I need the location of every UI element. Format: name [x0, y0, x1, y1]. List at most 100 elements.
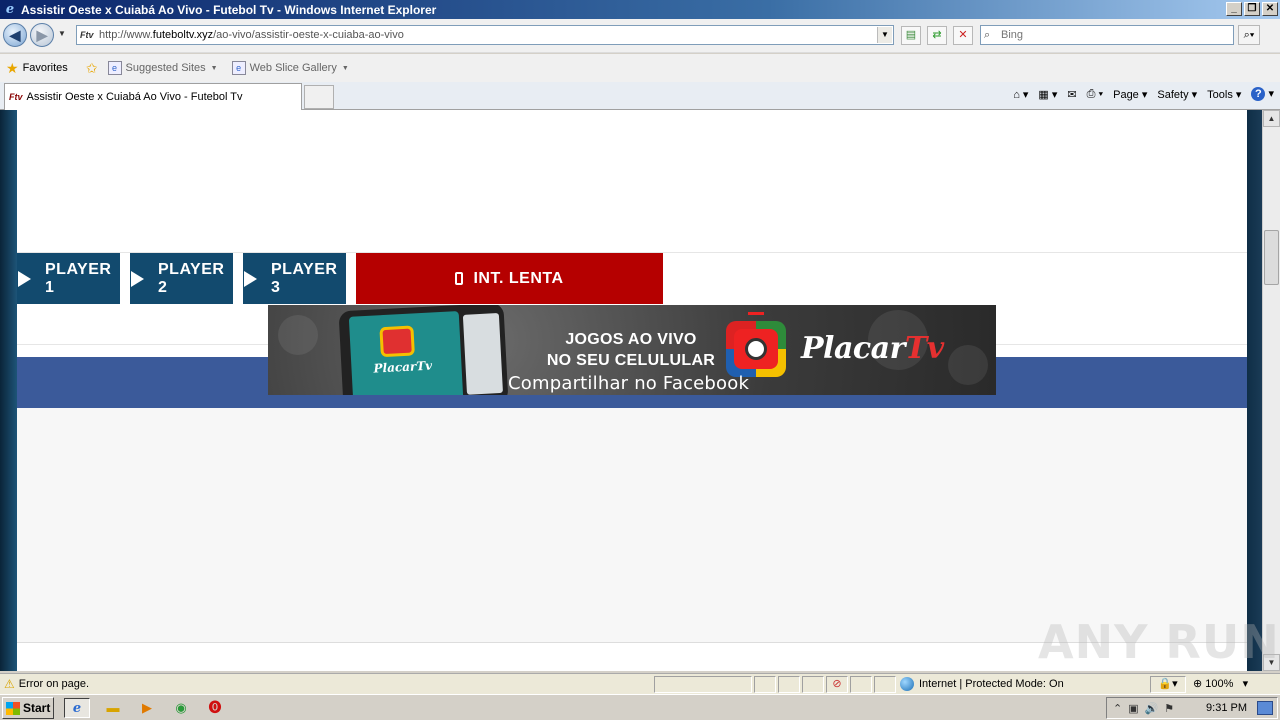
page-background-right — [1247, 110, 1262, 671]
int-lenta-label: INT. LENTA — [473, 269, 564, 287]
media-player-taskbar-icon[interactable]: ▶ — [134, 698, 160, 718]
taskbar: Start e ▬ ▶ ◉ ⓿ ⌃▣🔊⚑ 9:31 PM — [0, 694, 1280, 720]
brand-main: Placar — [801, 331, 905, 366]
scroll-thumb[interactable] — [1264, 230, 1279, 285]
close-window-button[interactable]: ✕ — [1262, 2, 1278, 16]
play-icon — [18, 270, 31, 287]
forward-button[interactable]: ▶ — [30, 23, 54, 47]
warning-icon[interactable]: ⚠ — [4, 677, 15, 691]
window-title-bar: e Assistir Oeste x Cuiabá Ao Vivo - Fute… — [0, 0, 1280, 19]
tab-active[interactable]: Ftv Assistir Oeste x Cuiabá Ao Vivo - Fu… — [4, 83, 302, 110]
tab-bar: Ftv Assistir Oeste x Cuiabá Ao Vivo - Fu… — [0, 82, 1280, 110]
tray-icons[interactable]: ⌃▣🔊⚑ — [1113, 702, 1180, 715]
opera-taskbar-icon[interactable]: ⓿ — [202, 698, 228, 718]
show-desktop-icon[interactable] — [1257, 701, 1273, 715]
ie-page-icon: e — [231, 61, 246, 75]
minimize-button[interactable]: _ — [1226, 2, 1242, 16]
banner-headline: JOGOS AO VIVO NO SEU CELULULAR — [521, 329, 741, 371]
favorites-button[interactable]: ★ Favorites — [6, 60, 68, 77]
rss-feed-icon[interactable]: ▦ ▾ — [1038, 88, 1057, 101]
safety-menu[interactable]: Safety ▾ — [1157, 88, 1197, 101]
mobile-phone-icon — [455, 272, 464, 285]
page-background-left — [0, 110, 17, 671]
placartv-tv-logo-icon — [726, 312, 786, 377]
brand-tv: Tv — [904, 331, 944, 366]
suggested-sites-link[interactable]: e Suggested Sites ▼ — [107, 61, 218, 75]
page-menu[interactable]: Page ▾ — [1113, 88, 1147, 101]
print-icon[interactable]: ⎙ ▾ — [1087, 88, 1103, 101]
chevron-down-icon: ▼ — [210, 64, 218, 72]
play-icon — [244, 270, 257, 287]
player-1-label: PLAYER 1 — [45, 260, 112, 296]
status-message[interactable]: Error on page. — [19, 678, 89, 690]
clock[interactable]: 9:31 PM — [1206, 702, 1247, 714]
read-mail-icon[interactable]: ✉ — [1067, 88, 1076, 101]
internet-explorer-taskbar-icon[interactable]: e — [64, 698, 90, 718]
ie-page-icon: e — [107, 61, 122, 75]
site-favicon-icon: Ftv — [80, 30, 94, 40]
start-button[interactable]: Start — [2, 697, 54, 719]
player-1-button[interactable]: PLAYER 1 — [17, 253, 120, 304]
progress-segment — [654, 676, 752, 693]
web-slice-gallery-link[interactable]: e Web Slice Gallery ▼ — [231, 61, 349, 75]
tv-antenna-icon — [748, 312, 764, 322]
folder-taskbar-icon[interactable]: ▬ — [100, 698, 126, 718]
soccer-ball-icon — [745, 338, 767, 360]
favorites-label: Favorites — [22, 62, 68, 74]
new-tab-button[interactable] — [304, 85, 334, 109]
status-bar: ⚠ Error on page. ⊘ Internet | Protected … — [0, 673, 1280, 694]
url-text[interactable]: http://www.futeboltv.xyz/ao-vivo/assisti… — [95, 29, 404, 41]
player-3-button[interactable]: PLAYER 3 — [243, 253, 346, 304]
tools-menu[interactable]: Tools ▾ — [1207, 88, 1241, 101]
protected-mode-icon[interactable]: 🔒▾ — [1150, 676, 1186, 693]
stop-icon[interactable]: ✕ — [953, 26, 973, 45]
phone-side-panel — [462, 312, 503, 395]
search-box[interactable]: ⌕ — [980, 25, 1234, 45]
video-content-area — [17, 408, 1247, 643]
window-title: Assistir Oeste x Cuiabá Ao Vivo - Futebo… — [21, 2, 437, 17]
refresh-icon[interactable]: ⇄ — [927, 26, 947, 45]
security-zone-label: Internet | Protected Mode: On — [919, 678, 1064, 690]
compatibility-view-icon[interactable]: ▤ — [901, 26, 921, 45]
search-input[interactable] — [997, 29, 1217, 41]
scroll-up-arrow-icon[interactable]: ▲ — [1263, 110, 1280, 127]
player-2-button[interactable]: PLAYER 2 — [130, 253, 233, 304]
back-button[interactable]: ◀ — [3, 23, 27, 47]
window-controls: _ ❐ ✕ — [1226, 2, 1278, 16]
start-label: Start — [23, 701, 51, 715]
tv-screen — [734, 329, 778, 369]
search-icon: ⌕ — [984, 28, 991, 41]
address-bar[interactable]: Ftv http://www.futeboltv.xyz/ao-vivo/ass… — [76, 25, 894, 45]
play-icon — [131, 270, 144, 287]
globe-icon — [900, 677, 914, 691]
chrome-taskbar-icon[interactable]: ◉ — [168, 698, 194, 718]
facebook-share-link[interactable]: Compartilhar no Facebook — [508, 373, 749, 394]
security-zone[interactable]: Internet | Protected Mode: On — [900, 677, 1064, 691]
suggested-sites-label: Suggested Sites — [125, 62, 206, 74]
ie-logo-icon: e — [5, 1, 15, 17]
status-segment — [754, 676, 776, 693]
vertical-scrollbar[interactable]: ▲ ▼ — [1262, 110, 1280, 671]
int-lenta-button[interactable]: INT. LENTA — [356, 253, 663, 304]
recent-pages-dropdown[interactable]: ▼ — [58, 29, 66, 38]
add-star-icon: ✩ — [85, 59, 98, 76]
zoom-control[interactable]: ⊕ 100% ▾ — [1193, 677, 1248, 690]
web-slice-gallery-label: Web Slice Gallery — [249, 62, 337, 74]
placartv-logo-text: PlacarTv — [801, 331, 944, 366]
status-segment — [778, 676, 800, 693]
placartv-small-tv-icon — [379, 325, 415, 358]
home-icon[interactable]: ⌂ ▾ — [1013, 88, 1028, 101]
help-menu[interactable]: ? ▾ — [1251, 87, 1274, 101]
search-go-button[interactable]: ⌕▾ — [1238, 25, 1260, 45]
favorites-bar: ★ Favorites ✩ e Suggested Sites ▼ e Web … — [0, 54, 1280, 82]
page-content: PLAYER 1 PLAYER 2 PLAYER 3 INT. LENTA Pl… — [17, 110, 1247, 671]
address-toolbar: ◀ ▶ ▼ Ftv http://www.futeboltv.xyz/ao-vi… — [0, 19, 1280, 53]
phone-screen: PlacarTv — [348, 311, 464, 395]
add-favorites-bar-icon[interactable]: ✩ — [86, 60, 102, 77]
phone-illustration: PlacarTv — [338, 305, 509, 395]
status-segment — [850, 676, 872, 693]
restore-button[interactable]: ❐ — [1244, 2, 1260, 16]
command-bar: ⌂ ▾ ▦ ▾ ✉ ⎙ ▾ Page ▾ Safety ▾ Tools ▾ ? … — [1013, 87, 1274, 101]
address-dropdown-button[interactable]: ▼ — [877, 27, 892, 43]
popup-blocker-icon[interactable]: ⊘ — [826, 676, 848, 693]
